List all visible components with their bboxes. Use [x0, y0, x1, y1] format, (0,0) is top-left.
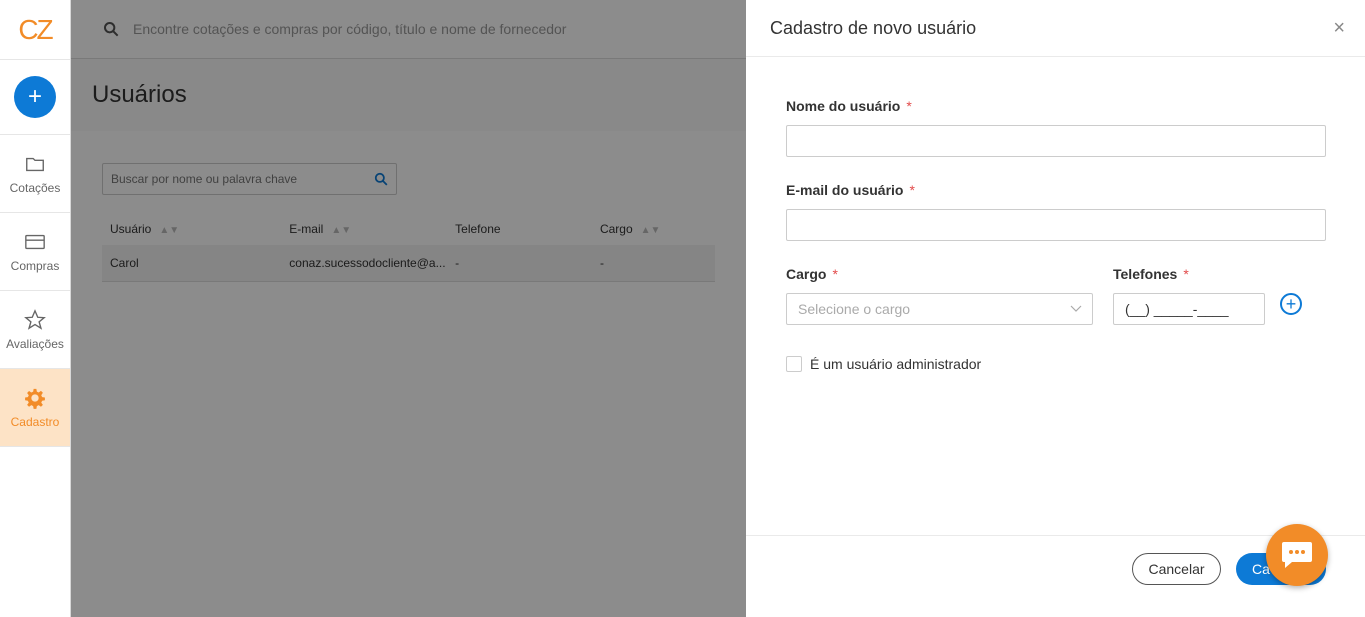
admin-label: É um usuário administrador [810, 356, 982, 372]
required-mark: * [1183, 266, 1189, 282]
modal-overlay[interactable] [71, 0, 746, 617]
sidebar-item-avaliacoes[interactable]: Avaliações [0, 291, 70, 369]
admin-checkbox[interactable] [786, 356, 802, 372]
sidebar-item-label: Compras [10, 258, 60, 273]
add-button[interactable]: + [14, 76, 56, 118]
gear-icon [25, 388, 45, 409]
chat-icon [1282, 542, 1312, 568]
cancel-button[interactable]: Cancelar [1132, 553, 1221, 585]
star-icon [24, 308, 46, 330]
drawer-title: Cadastro de novo usuário [770, 17, 977, 38]
sidebar-item-label: Cotações [9, 180, 61, 195]
new-user-drawer: Cadastro de novo usuário × Nome do usuár… [746, 0, 1365, 617]
email-input[interactable] [786, 209, 1326, 241]
add-wrap: + [0, 60, 70, 135]
sidebar-item-cotacoes[interactable]: Cotações [0, 135, 70, 213]
admin-checkbox-row[interactable]: É um usuário administrador [786, 356, 981, 372]
sidebar: CZ + Cotações Compras Avaliações Cadastr… [0, 0, 71, 617]
chat-button[interactable] [1266, 524, 1328, 586]
sidebar-item-compras[interactable]: Compras [0, 213, 70, 291]
sidebar-item-label: Avaliações [6, 336, 64, 351]
required-mark: * [909, 182, 915, 198]
close-icon[interactable]: × [1333, 18, 1345, 38]
cargo-select[interactable]: Selecione o cargo [786, 293, 1093, 325]
cargo-placeholder: Selecione o cargo [798, 301, 911, 317]
chevron-down-icon [1070, 305, 1082, 312]
required-mark: * [832, 266, 838, 282]
name-label: Nome do usuário * [786, 98, 912, 114]
add-phone-icon[interactable]: + [1280, 293, 1302, 315]
drawer-header: Cadastro de novo usuário × [746, 0, 1365, 57]
sidebar-item-label: Cadastro [10, 414, 60, 429]
phones-label: Telefones * [1113, 266, 1189, 282]
required-mark: * [906, 98, 912, 114]
folder-icon [26, 157, 44, 171]
card-icon [25, 234, 45, 249]
phone-input[interactable]: (__) _____-____ [1113, 293, 1265, 325]
name-input[interactable] [786, 125, 1326, 157]
sidebar-item-cadastro[interactable]: Cadastro [0, 369, 70, 447]
logo[interactable]: CZ [0, 0, 70, 60]
cargo-label: Cargo * [786, 266, 838, 282]
email-label: E-mail do usuário * [786, 182, 915, 198]
